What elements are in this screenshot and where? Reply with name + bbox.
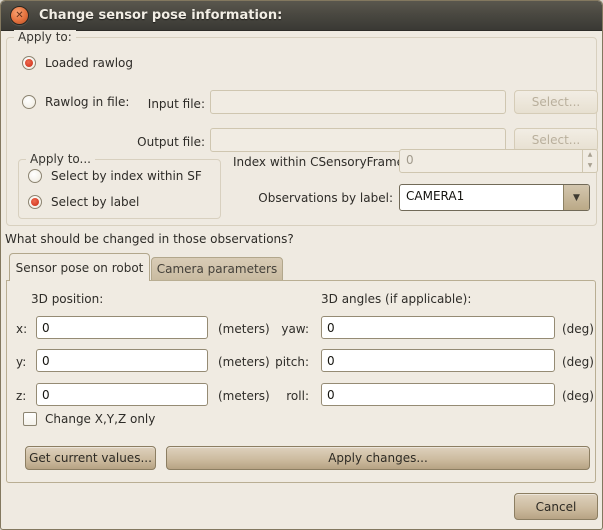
roll-unit-label: (deg) xyxy=(562,389,594,403)
radio-selected-icon xyxy=(22,56,36,70)
yaw-unit-label: (deg) xyxy=(562,322,594,336)
radio-select-by-index-label: Select by index within SF xyxy=(51,169,202,183)
get-current-values-button[interactable]: Get current values... xyxy=(25,446,156,470)
tab-sensor-pose[interactable]: Sensor pose on robot xyxy=(9,253,150,281)
radio-select-by-label-label: Select by label xyxy=(51,195,139,209)
roll-field[interactable] xyxy=(321,383,555,406)
y-field[interactable] xyxy=(36,349,208,372)
radio-selected-icon xyxy=(28,195,42,209)
spinner-up-icon[interactable]: ▲ xyxy=(583,150,597,161)
radio-select-by-label[interactable]: Select by label xyxy=(28,195,139,209)
pitch-label: pitch: xyxy=(259,355,309,369)
radio-unselected-icon xyxy=(28,169,42,183)
observations-by-label-label: Observations by label: xyxy=(233,191,393,205)
cancel-button[interactable]: Cancel xyxy=(514,493,598,520)
select-input-file-button[interactable]: Select... xyxy=(514,90,598,114)
spinner-down-icon[interactable]: ▼ xyxy=(583,161,597,172)
output-file-label: Output file: xyxy=(125,135,205,149)
checkbox-icon xyxy=(23,412,37,426)
change-xyz-only-label: Change X,Y,Z only xyxy=(45,412,155,426)
z-field[interactable] xyxy=(36,383,208,406)
input-file-label: Input file: xyxy=(125,97,205,111)
tab-camera-parameters[interactable]: Camera parameters xyxy=(151,257,283,281)
position-header: 3D position: xyxy=(31,292,103,306)
apply-to-group: Apply to: Loaded rawlog Rawlog in file: … xyxy=(6,37,597,226)
tab-sensor-pose-label: Sensor pose on robot xyxy=(16,261,144,275)
x-field[interactable] xyxy=(36,316,208,339)
index-spinner[interactable]: 0 ▲ ▼ xyxy=(399,149,598,173)
chevron-down-icon: ▼ xyxy=(573,193,580,203)
pitch-unit-label: (deg) xyxy=(562,355,594,369)
tab-camera-parameters-label: Camera parameters xyxy=(157,262,278,276)
y-label: y: xyxy=(16,355,26,369)
x-label: x: xyxy=(16,322,27,336)
z-label: z: xyxy=(16,389,26,403)
roll-label: roll: xyxy=(259,389,309,403)
radio-rawlog-in-file-label: Rawlog in file: xyxy=(45,95,129,109)
observations-combobox-value: CAMERA1 xyxy=(400,185,563,210)
apply-changes-button[interactable]: Apply changes... xyxy=(166,446,590,470)
apply-to-inner-group: Apply to... Select by index within SF Se… xyxy=(18,159,221,219)
yaw-label: yaw: xyxy=(259,322,309,336)
close-button[interactable]: ✕ xyxy=(10,6,29,25)
apply-to-inner-group-label: Apply to... xyxy=(26,152,95,166)
yaw-field[interactable] xyxy=(321,316,555,339)
apply-to-group-label: Apply to: xyxy=(14,30,76,44)
radio-loaded-rawlog[interactable]: Loaded rawlog xyxy=(22,56,133,70)
index-spinner-value: 0 xyxy=(400,150,582,172)
pitch-field[interactable] xyxy=(321,349,555,372)
input-file-field[interactable] xyxy=(210,90,506,114)
radio-unselected-icon xyxy=(22,95,36,109)
radio-loaded-rawlog-label: Loaded rawlog xyxy=(45,56,133,70)
observations-combobox[interactable]: CAMERA1 ▼ xyxy=(399,184,590,211)
titlebar: ✕ Change sensor pose information: xyxy=(1,1,602,31)
angles-header: 3D angles (if applicable): xyxy=(321,292,471,306)
radio-rawlog-in-file[interactable]: Rawlog in file: xyxy=(22,95,129,109)
question-label: What should be changed in those observat… xyxy=(5,232,294,246)
dialog-window: ✕ Change sensor pose information: Apply … xyxy=(0,0,603,530)
close-icon: ✕ xyxy=(11,8,28,24)
change-xyz-only-checkbox[interactable]: Change X,Y,Z only xyxy=(23,412,155,426)
sensor-pose-panel: 3D position: 3D angles (if applicable): … xyxy=(6,280,596,483)
combo-dropdown-button[interactable]: ▼ xyxy=(563,185,589,210)
index-within-sf-label: Index within CSensoryFrame xyxy=(233,155,393,169)
radio-select-by-index[interactable]: Select by index within SF xyxy=(28,169,202,183)
window-title: Change sensor pose information: xyxy=(39,1,282,30)
